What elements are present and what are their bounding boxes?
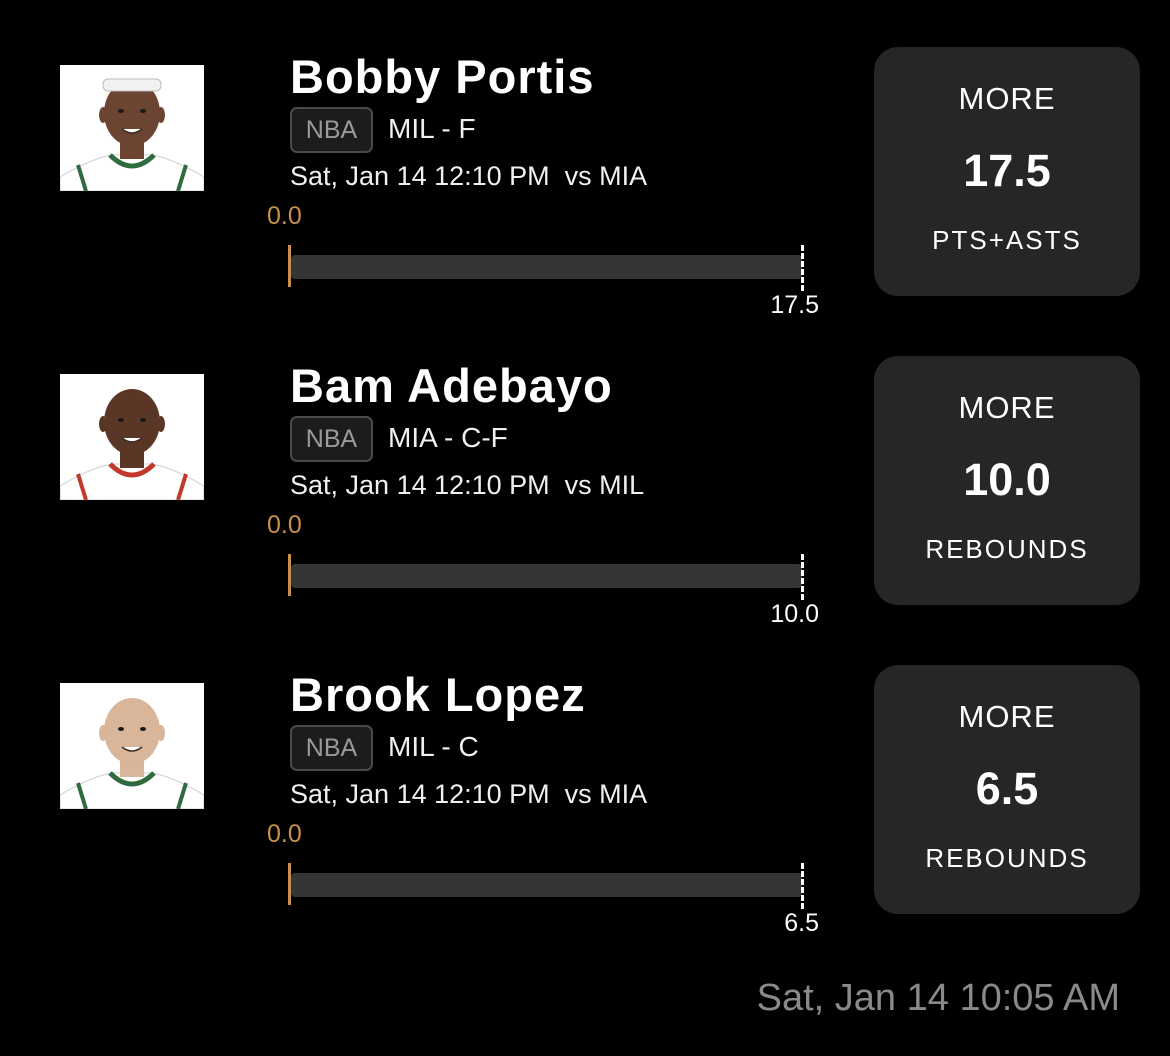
pick-line-value: 6.5	[975, 763, 1039, 814]
pick-row[interactable]: Brook Lopez NBA MIL - C Sat, Jan 14 12:1…	[0, 665, 1170, 974]
pick-card[interactable]: MORE 17.5 PTS+ASTS	[874, 47, 1140, 296]
progress-track	[291, 564, 802, 588]
pick-stat-type: PTS+ASTS	[932, 225, 1082, 255]
target-marker	[801, 554, 804, 600]
target-value: 10.0	[770, 600, 819, 628]
game-time: Sat, Jan 14 12:10 PM vs MIL	[290, 470, 645, 500]
current-stat-value: 0.0	[267, 511, 302, 539]
current-stat-value: 0.0	[267, 820, 302, 848]
league-badge: NBA	[290, 107, 373, 153]
pick-direction: MORE	[958, 699, 1056, 734]
pick-direction: MORE	[958, 81, 1056, 116]
pick-line-value: 10.0	[963, 454, 1051, 505]
progress-track	[291, 873, 802, 897]
player-name: Brook Lopez	[290, 668, 586, 721]
player-name: Bobby Portis	[290, 50, 595, 103]
pick-stat-type: REBOUNDS	[925, 843, 1089, 873]
pick-stat-type: REBOUNDS	[925, 534, 1089, 564]
player-name: Bam Adebayo	[290, 359, 613, 412]
target-value: 6.5	[784, 909, 819, 937]
team-position: MIA - C-F	[388, 422, 508, 453]
target-marker	[801, 245, 804, 291]
league-badge: NBA	[290, 416, 373, 462]
player-headshot	[60, 374, 204, 500]
player-headshot	[60, 65, 204, 191]
target-value: 17.5	[770, 291, 819, 319]
pick-row[interactable]: Bam Adebayo NBA MIA - C-F Sat, Jan 14 12…	[0, 356, 1170, 665]
game-time: Sat, Jan 14 12:10 PM vs MIA	[290, 161, 648, 191]
current-stat-value: 0.0	[267, 202, 302, 230]
pick-direction: MORE	[958, 390, 1056, 425]
team-position: MIL - F	[388, 113, 476, 144]
pick-card[interactable]: MORE 10.0 REBOUNDS	[874, 356, 1140, 605]
pick-row[interactable]: Bobby Portis NBA MIL - F Sat, Jan 14 12:…	[0, 47, 1170, 356]
game-time: Sat, Jan 14 12:10 PM vs MIA	[290, 779, 648, 809]
league-badge: NBA	[290, 725, 373, 771]
pick-card[interactable]: MORE 6.5 REBOUNDS	[874, 665, 1140, 914]
pick-line-value: 17.5	[963, 145, 1051, 196]
target-marker	[801, 863, 804, 909]
team-position: MIL - C	[388, 731, 479, 762]
progress-track	[291, 255, 802, 279]
player-headshot	[60, 683, 204, 809]
timestamp: Sat, Jan 14 10:05 AM	[756, 977, 1120, 1019]
